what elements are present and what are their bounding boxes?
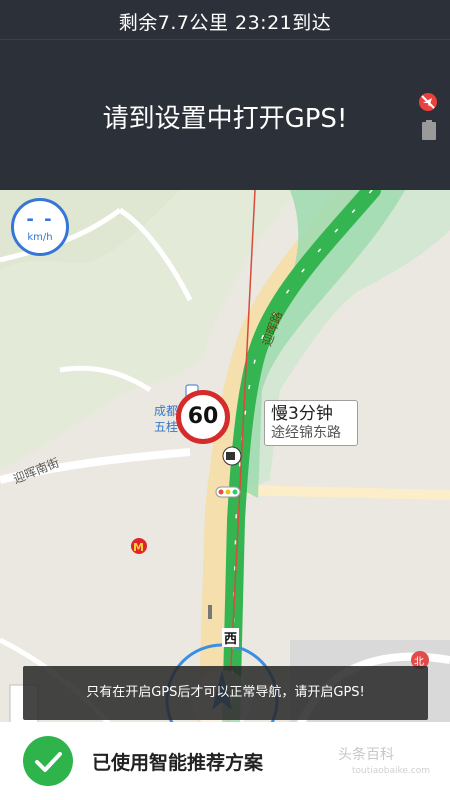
navigation-header: 剩余7.7公里 23:21到达 请到设置中打开GPS! (0, 0, 450, 190)
speed-unit: km/h (27, 232, 53, 243)
gps-toast: 只有在开启GPS后才可以正常导航，请开启GPS! (23, 666, 428, 720)
watermark-url: toutiaobaike.com (352, 766, 431, 776)
gps-message: 请到设置中打开GPS! (102, 104, 348, 134)
check-icon (23, 736, 73, 786)
poi-label-2: 五桂 (154, 420, 179, 434)
traffic-delay: 慢3分钟 (271, 404, 333, 424)
gps-off-icon (419, 93, 437, 111)
speed-limit-sign: 60 (176, 390, 230, 444)
svg-text:M: M (133, 541, 144, 554)
poi-label-1: 成都 (154, 404, 179, 418)
watermark: 头条百科 (338, 747, 394, 763)
traffic-via: 途经锦东路 (271, 425, 341, 441)
route-plan-label: 已使用智能推荐方案 (92, 752, 264, 774)
battery-icon (422, 120, 436, 140)
speedometer: - - km/h (11, 198, 69, 256)
eta-text: 剩余7.7公里 23:21到达 (118, 12, 332, 34)
navigation-map[interactable]: M 迎晖路 迎晖南街 西 成都 五桂 北 (0, 190, 450, 725)
traffic-callout[interactable]: 慢3分钟 途经锦东路 (264, 400, 358, 446)
speed-value: - - (26, 209, 54, 230)
road-label-west: 西 (222, 628, 240, 647)
header-divider (0, 39, 450, 40)
